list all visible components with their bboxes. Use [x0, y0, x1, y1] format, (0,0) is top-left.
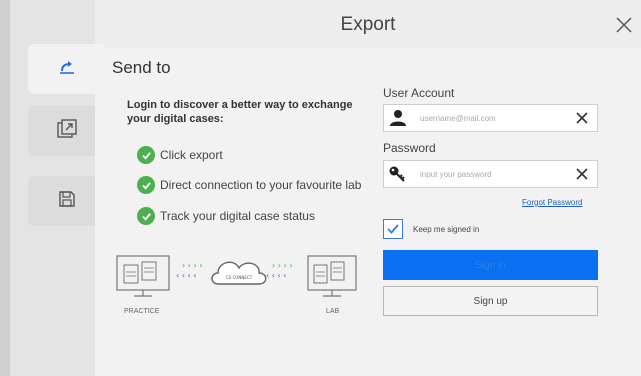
clear-password-icon[interactable]: [575, 167, 589, 181]
password-input[interactable]: [420, 169, 570, 179]
window-edge: [0, 0, 10, 376]
svg-text:› › › ›: › › › ›: [182, 261, 202, 270]
export-icon: [56, 118, 78, 145]
user-icon: [384, 105, 412, 131]
section-heading: Send to: [112, 58, 171, 77]
close-icon: [616, 17, 632, 33]
feature-item: Click export: [137, 146, 223, 164]
sidebar: [10, 0, 105, 376]
share-icon: [57, 57, 77, 82]
clear-username-icon[interactable]: [575, 111, 589, 125]
lab-monitor-icon: [307, 255, 357, 297]
svg-text:› › › ›: › › › ›: [272, 261, 292, 270]
cloud-label: CS CONNECT: [226, 275, 253, 280]
check-icon: [137, 207, 155, 225]
username-field: [383, 104, 598, 132]
cloud-icon: CS CONNECT: [211, 261, 267, 285]
keep-signed-in-label: Keep me signed in: [413, 224, 480, 234]
keep-signed-in-checkbox[interactable]: [383, 219, 403, 239]
key-icon: [384, 161, 412, 187]
sign-in-button[interactable]: Sign in: [383, 250, 598, 280]
sidebar-item-export[interactable]: [28, 106, 105, 156]
password-field: [383, 160, 598, 188]
check-icon: [137, 176, 155, 194]
practice-monitor-icon: [116, 255, 170, 297]
lab-label: LAB: [326, 308, 340, 315]
keep-signed-in: Keep me signed in: [383, 219, 479, 239]
check-icon: [137, 146, 155, 164]
feature-label: Click export: [160, 148, 223, 162]
sign-up-button[interactable]: Sign up: [383, 286, 598, 316]
feature-label: Direct connection to your favourite lab: [160, 178, 362, 192]
sidebar-item-send-to[interactable]: [28, 44, 105, 94]
save-icon: [57, 189, 77, 214]
username-input[interactable]: [420, 113, 570, 123]
forgot-password-link[interactable]: Forgot Password: [522, 198, 582, 207]
svg-text:‹ ‹ ‹ ‹: ‹ ‹ ‹ ‹: [176, 271, 196, 280]
connection-diagram-graphic: › › › › ‹ ‹ ‹ ‹ CS CONNECT › › › › ‹ ‹ ‹…: [116, 255, 357, 297]
title-bar: Export: [95, 0, 641, 48]
practice-label: PRACTICE: [124, 308, 160, 315]
arrows-left-icon: › › › › ‹ ‹ ‹ ‹: [176, 261, 202, 280]
password-label: Password: [383, 141, 436, 155]
feature-label: Track your digital case status: [160, 209, 315, 223]
sidebar-item-save[interactable]: [28, 176, 105, 226]
checkmark-icon: [387, 224, 399, 234]
close-button[interactable]: [613, 14, 635, 36]
intro-text: Login to discover a better way to exchan…: [127, 99, 353, 125]
connection-diagram: › › › › ‹ ‹ ‹ ‹ CS CONNECT › › › › ‹ ‹ ‹…: [112, 248, 372, 323]
arrows-right-icon: › › › › ‹ ‹ ‹ ‹: [266, 261, 292, 280]
export-dialog: Export Send to Login to discover a bette…: [0, 0, 641, 376]
svg-text:‹ ‹ ‹ ‹: ‹ ‹ ‹ ‹: [266, 271, 286, 280]
feature-item: Track your digital case status: [137, 207, 315, 225]
dialog-title: Export: [340, 14, 396, 35]
feature-item: Direct connection to your favourite lab: [137, 176, 361, 194]
user-account-label: User Account: [383, 86, 455, 100]
